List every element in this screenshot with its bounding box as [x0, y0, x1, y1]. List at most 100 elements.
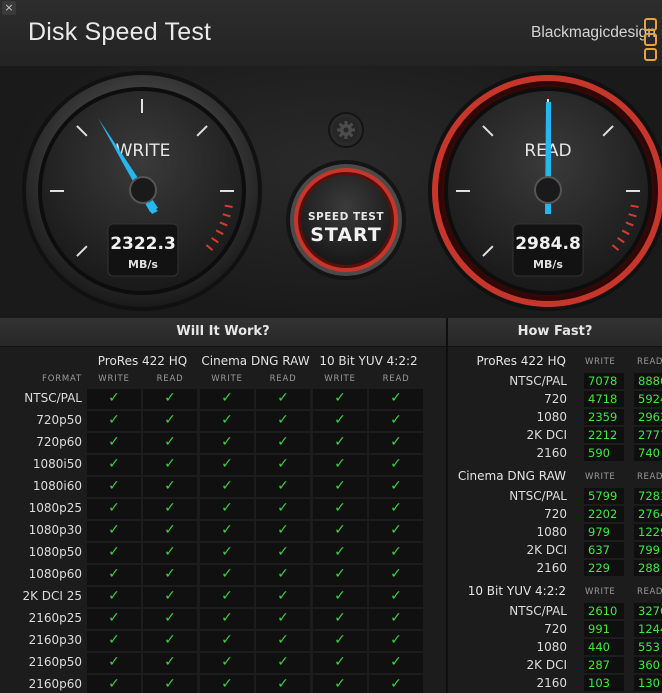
check-icon: ✓ [221, 566, 233, 582]
check-icon: ✓ [164, 544, 176, 560]
how-fast-read-value: 1229 [634, 524, 662, 540]
how-fast-row-label: 1080 [536, 410, 567, 424]
check-icon: ✓ [221, 412, 233, 428]
how-fast-header: How Fast? [448, 318, 662, 347]
check-icon: ✓ [164, 654, 176, 670]
how-fast-row-label: 2160 [536, 446, 567, 460]
how-fast-subcolumn-header: READ [637, 587, 662, 597]
gauge-panel: WRITE 2322.3 MB/s READ 2984.8 [0, 66, 662, 319]
close-icon[interactable]: × [2, 1, 16, 15]
subcolumn-header: WRITE [98, 374, 130, 384]
app-window: Disk Speed Test Blackmagicdesign × WRITE… [0, 0, 662, 693]
how-fast-row-label: 720 [544, 507, 567, 521]
check-icon: ✓ [334, 632, 346, 648]
check-icon: ✓ [334, 412, 346, 428]
check-icon: ✓ [277, 456, 289, 472]
check-icon: ✓ [164, 676, 176, 692]
check-icon: ✓ [221, 434, 233, 450]
settings-button[interactable] [328, 112, 364, 148]
how-fast-subcolumn-header: WRITE [585, 587, 616, 597]
start-button-label: START [310, 224, 382, 246]
check-icon: ✓ [334, 566, 346, 582]
check-icon: ✓ [390, 676, 402, 692]
gauge-redline-tick [224, 204, 233, 208]
check-icon: ✓ [108, 654, 120, 670]
how-fast-read-value: 2962 [634, 409, 662, 425]
read-speed-unit: MB/s [533, 258, 563, 271]
check-icon: ✓ [277, 676, 289, 692]
check-icon: ✓ [108, 478, 120, 494]
check-icon: ✓ [390, 456, 402, 472]
how-fast-write-value: 2202 [584, 506, 624, 522]
check-icon: ✓ [164, 566, 176, 582]
check-icon: ✓ [334, 478, 346, 494]
gauge-redline-tick [630, 204, 639, 208]
subcolumn-header: READ [156, 374, 184, 384]
check-icon: ✓ [221, 676, 233, 692]
format-row-label: NTSC/PAL [24, 391, 82, 405]
start-button[interactable]: SPEED TEST START [286, 160, 406, 280]
how-fast-read-value: 7281 [634, 488, 662, 504]
check-icon: ✓ [164, 500, 176, 516]
write-speed-unit: MB/s [128, 258, 158, 271]
how-fast-read-value: 8886 [634, 373, 662, 389]
gauges-svg: WRITE 2322.3 MB/s READ 2984.8 [22, 71, 662, 311]
how-fast-row-label: 2K DCI [526, 658, 567, 672]
how-fast-write-value: 2359 [584, 409, 624, 425]
how-fast-write-value: 2212 [584, 427, 624, 443]
column-header: ProRes 422 HQ [97, 354, 188, 368]
check-icon: ✓ [390, 610, 402, 626]
how-fast-subcolumn-header: WRITE [585, 357, 616, 367]
check-icon: ✓ [334, 610, 346, 626]
how-fast-subcolumn-header: READ [637, 472, 662, 482]
format-column-header: FORMAT [42, 374, 82, 384]
check-icon: ✓ [164, 522, 176, 538]
format-row-label: 2K DCI 25 [22, 589, 82, 603]
how-fast-write-value: 229 [584, 560, 624, 576]
check-icon: ✓ [277, 610, 289, 626]
read-speed-value: 2984.8 [515, 234, 581, 254]
check-icon: ✓ [221, 390, 233, 406]
check-icon: ✓ [277, 544, 289, 560]
check-icon: ✓ [277, 632, 289, 648]
subcolumn-header: WRITE [324, 374, 356, 384]
format-row-label: 2160p30 [28, 633, 82, 647]
check-icon: ✓ [390, 522, 402, 538]
check-icon: ✓ [108, 434, 120, 450]
read-gauge: READ 2984.8 MB/s [428, 71, 662, 311]
check-icon: ✓ [221, 478, 233, 494]
app-title: Disk Speed Test [28, 18, 212, 46]
check-icon: ✓ [108, 500, 120, 516]
check-icon: ✓ [108, 676, 120, 692]
check-icon: ✓ [164, 632, 176, 648]
check-icon: ✓ [390, 500, 402, 516]
subcolumn-header: READ [382, 374, 410, 384]
check-icon: ✓ [108, 456, 120, 472]
check-icon: ✓ [390, 478, 402, 494]
how-fast-read-value: 3276 [634, 603, 662, 619]
check-icon: ✓ [334, 522, 346, 538]
how-fast-row-label: 2K DCI [526, 543, 567, 557]
format-row-label: 2160p50 [28, 655, 82, 669]
how-fast-read-value: 360 [634, 657, 662, 673]
how-fast-group-title: Cinema DNG RAW [457, 469, 566, 483]
check-icon: ✓ [334, 544, 346, 560]
check-icon: ✓ [390, 632, 402, 648]
check-icon: ✓ [334, 456, 346, 472]
check-icon: ✓ [221, 544, 233, 560]
check-icon: ✓ [277, 566, 289, 582]
how-fast-read-value: 799 [634, 542, 662, 558]
check-icon: ✓ [390, 588, 402, 604]
check-icon: ✓ [164, 390, 176, 406]
check-icon: ✓ [164, 434, 176, 450]
check-icon: ✓ [277, 588, 289, 604]
check-icon: ✓ [221, 610, 233, 626]
check-icon: ✓ [277, 390, 289, 406]
how-fast-subcolumn-header: READ [637, 357, 662, 367]
check-icon: ✓ [164, 412, 176, 428]
how-fast-write-value: 103 [584, 675, 624, 691]
how-fast-write-value: 7078 [584, 373, 624, 389]
format-row-label: 1080p50 [28, 545, 82, 559]
format-row-label: 1080p25 [28, 501, 82, 515]
how-fast-read-value: 130 [634, 675, 662, 691]
